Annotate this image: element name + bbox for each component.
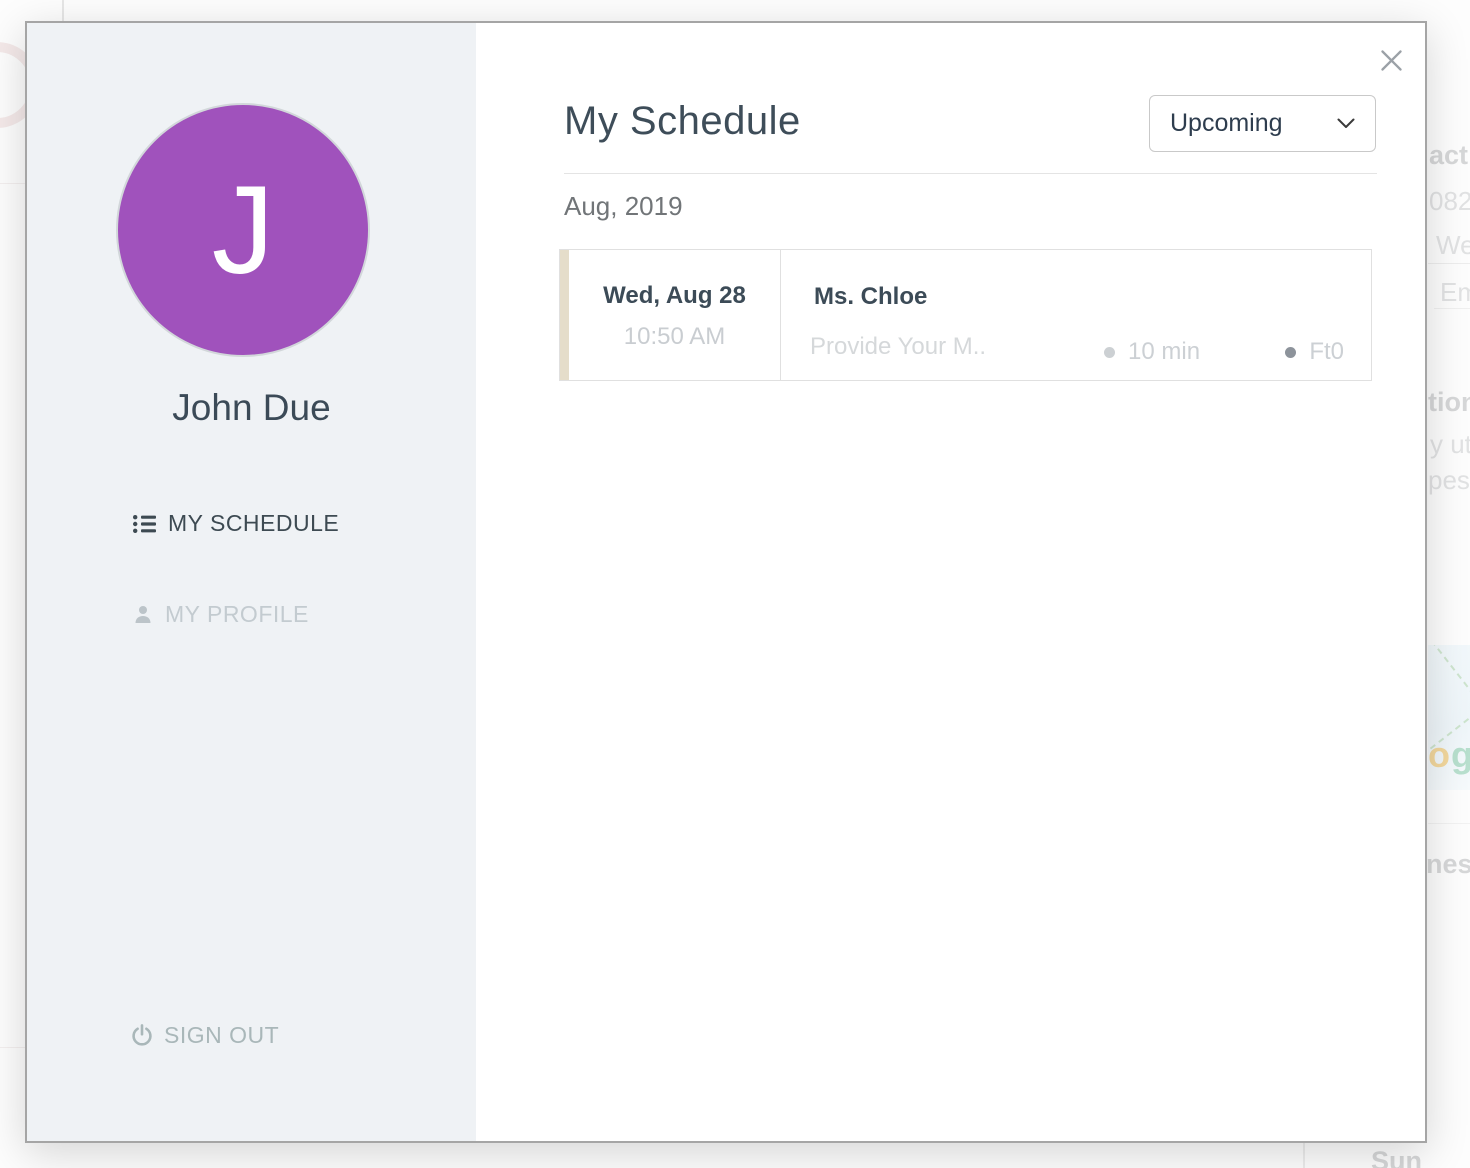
dropdown-selected-value: Upcoming [1170,109,1283,137]
bg-text-fragment: y ut [1430,429,1470,459]
bg-text-fragment: Sun [1371,1146,1422,1168]
map-logo-letter: g [1451,734,1470,775]
bg-divider [0,183,25,184]
bg-divider [1428,263,1470,264]
duration-label: 10 min [1128,338,1201,365]
person-icon [133,605,153,625]
bg-map-fragment: og [1428,645,1470,790]
avatar-initial: J [211,160,275,300]
bg-divider [0,1047,25,1048]
sign-out-label: SIGN OUT [164,1022,280,1048]
month-header: Aug, 2019 [564,191,683,221]
sign-out-button[interactable]: SIGN OUT [131,1022,279,1049]
sidebar-item-my-profile[interactable]: MY PROFILE [133,601,309,628]
bg-text-fragment: We [1436,230,1470,260]
bg-text-fragment: Em [1440,277,1470,307]
appointment-date: Wed, Aug 28 [603,282,746,309]
map-path [1430,645,1470,705]
appointment-code: Ft0 [1285,338,1344,366]
my-schedule-modal: J John Due MY SCHEDULE MY PROFILE SIGN O… [25,21,1427,1143]
appointment-client: Ms. Chloe [814,283,928,310]
profile-sidebar: J John Due MY SCHEDULE MY PROFILE SIGN O… [27,23,476,1141]
bg-divider [1428,823,1470,824]
appointment-date-column: Wed, Aug 28 10:50 AM [569,250,781,380]
appointment-duration: 10 min [1104,338,1200,366]
code-bullet-icon [1285,346,1297,358]
bg-text-fragment: ness [1426,849,1470,879]
user-name: John Due [172,387,331,428]
bg-divider [1434,308,1470,309]
duration-bullet-icon [1104,346,1115,358]
schedule-filter-dropdown[interactable]: Upcoming [1149,95,1376,152]
close-button[interactable] [1378,47,1404,73]
sidebar-item-label: MY SCHEDULE [168,510,340,536]
power-icon [131,1024,153,1047]
appointment-service: Provide Your M.. [810,333,987,360]
map-provider-logo: og [1428,734,1470,776]
bg-divider [62,0,64,21]
schedule-panel: My Schedule Upcoming Aug, 2019 Wed, Aug … [476,23,1425,1141]
close-icon [1380,49,1403,72]
avatar: J [116,103,370,357]
bg-text-fragment: act [1429,140,1469,170]
page-title: My Schedule [564,99,801,143]
appointment-card[interactable]: Wed, Aug 28 10:50 AM Ms. Chloe Provide Y… [559,249,1372,381]
bg-text-fragment: 082 [1429,186,1470,216]
bg-text-fragment: pes [1428,465,1470,495]
code-label: Ft0 [1309,338,1344,365]
sidebar-item-label: MY PROFILE [165,601,309,627]
chevron-down-icon [1337,118,1355,129]
list-icon [133,514,156,533]
map-logo-letter: o [1428,734,1451,775]
sidebar-item-my-schedule[interactable]: MY SCHEDULE [133,510,339,537]
header-divider [564,173,1377,174]
appointment-accent-bar [560,250,569,380]
appointment-time: 10:50 AM [623,323,726,350]
bg-divider [1303,1143,1305,1168]
bg-text-fragment: tion [1428,387,1470,417]
